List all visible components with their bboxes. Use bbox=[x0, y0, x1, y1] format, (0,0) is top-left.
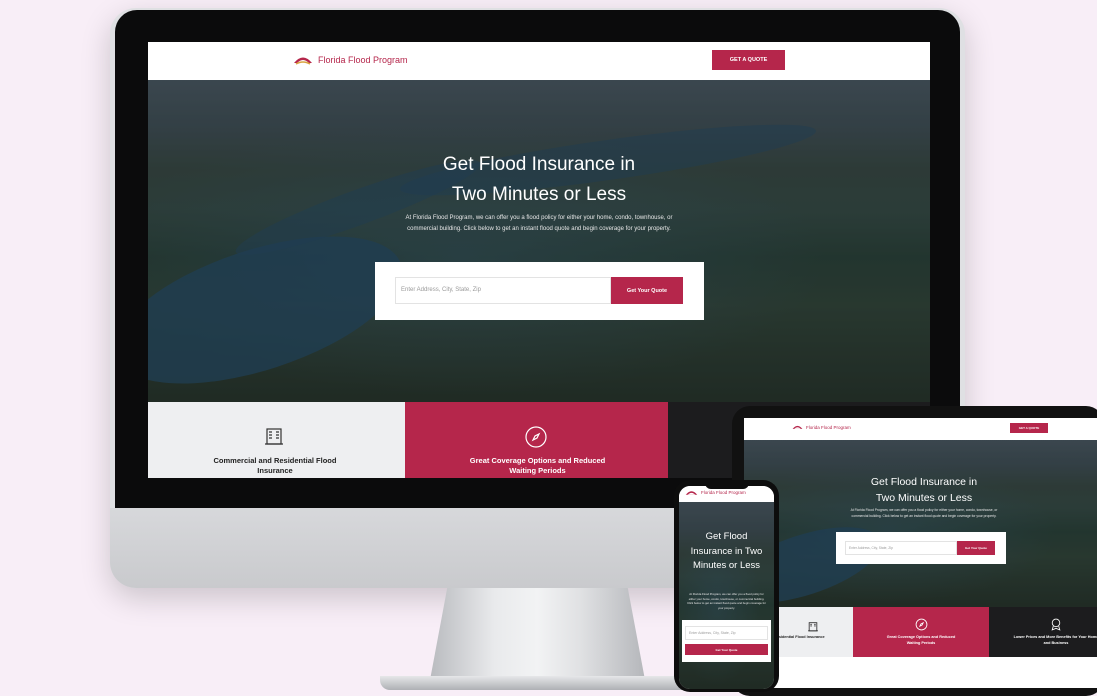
feature-label: Great Coverage Options and Reduced Waiti… bbox=[469, 456, 606, 475]
phone-notch bbox=[705, 483, 749, 489]
logo-icon bbox=[293, 54, 313, 65]
quote-search-box: Enter Address, City, State, Zip Get Your… bbox=[375, 262, 704, 320]
get-your-quote-button[interactable]: Get Your Quote bbox=[957, 541, 995, 555]
imac-stand-base bbox=[380, 676, 695, 690]
get-your-quote-button[interactable]: Get Your Quote bbox=[685, 644, 768, 655]
site-header: Florida Flood Program GET A QUOTE bbox=[148, 42, 930, 80]
hero-title: Get Flood Insurance in Two Minutes or Le… bbox=[744, 474, 1097, 506]
get-your-quote-button[interactable]: Get Your Quote bbox=[611, 277, 683, 304]
feature-card: Lower Prices and More Benefits for Your … bbox=[989, 607, 1097, 657]
get-a-quote-button[interactable]: GET A QUOTE bbox=[712, 50, 785, 70]
address-search-input[interactable]: Enter Address, City, State, Zip bbox=[685, 626, 768, 640]
imac-stand bbox=[430, 588, 645, 680]
hero-description: At Florida Flood Program, we can offer y… bbox=[405, 215, 673, 232]
hero-section: Get Flood Insurance in Two Minutes or Le… bbox=[148, 80, 930, 414]
compass-icon bbox=[524, 425, 548, 454]
get-a-quote-button[interactable]: GET A QUOTE bbox=[1010, 423, 1048, 433]
quote-search-box: Enter Address, City, State, Zip Get Your… bbox=[682, 620, 771, 662]
logo-icon bbox=[685, 489, 698, 496]
hero-section: Get Flood Insurance in Two Minutes or Le… bbox=[744, 440, 1097, 619]
hero-title-line: Two Minutes or Less bbox=[451, 184, 627, 205]
tablet-website: Florida Flood Program GET A QUOTE Get Fl… bbox=[744, 418, 1097, 688]
building-icon bbox=[263, 426, 285, 451]
site-logo-text: Florida Flood Program bbox=[318, 54, 408, 65]
hero-description: At Florida Flood Program, we can offer y… bbox=[687, 592, 766, 610]
feature-label: Great Coverage Options and Reduced Waiti… bbox=[886, 635, 956, 645]
hero-title-line: Get Flood Insurance in bbox=[870, 476, 978, 488]
address-search-input[interactable]: Enter Address, City, State, Zip bbox=[395, 277, 611, 304]
hero-title-line: Get Flood Insurance in bbox=[442, 154, 636, 175]
site-logo-text: Florida Flood Program bbox=[701, 490, 746, 495]
mobile-website: Florida Flood Program Get Flood Insuranc… bbox=[679, 486, 774, 689]
hero-title-line: Two Minutes or Less bbox=[875, 492, 973, 504]
feature-card: Commercial and Residential Flood Insuran… bbox=[148, 402, 405, 478]
logo-icon bbox=[792, 424, 803, 430]
site-logo[interactable]: Florida Flood Program bbox=[293, 54, 408, 65]
site-logo[interactable]: Florida Flood Program bbox=[792, 424, 851, 430]
quote-search-box: Enter Address, City, State, Zip Get Your… bbox=[836, 532, 1006, 564]
award-icon bbox=[1050, 618, 1062, 636]
compass-icon bbox=[915, 618, 928, 636]
site-logo[interactable]: Florida Flood Program bbox=[685, 489, 746, 496]
site-logo-text: Florida Flood Program bbox=[806, 424, 851, 430]
feature-label: Commercial and Residential Flood Insuran… bbox=[213, 456, 337, 475]
features-strip: Commercial and Residential Flood Insuran… bbox=[744, 607, 1097, 657]
site-header: Florida Flood Program GET A QUOTE bbox=[744, 418, 1097, 440]
hero-title: Get Flood Insurance in Two Minutes or Le… bbox=[690, 531, 763, 571]
hero-section: Get Flood Insurance in Two Minutes or Le… bbox=[679, 502, 774, 689]
hero-description: At Florida Flood Program, we can offer y… bbox=[850, 508, 998, 518]
feature-card: Great Coverage Options and Reduced Waiti… bbox=[853, 607, 989, 657]
address-search-input[interactable]: Enter Address, City, State, Zip bbox=[845, 541, 957, 555]
feature-card: Great Coverage Options and Reduced Waiti… bbox=[405, 402, 668, 478]
feature-label: Lower Prices and More Benefits for Your … bbox=[1013, 635, 1097, 645]
hero-title: Get Flood Insurance in Two Minutes or Le… bbox=[148, 150, 930, 210]
